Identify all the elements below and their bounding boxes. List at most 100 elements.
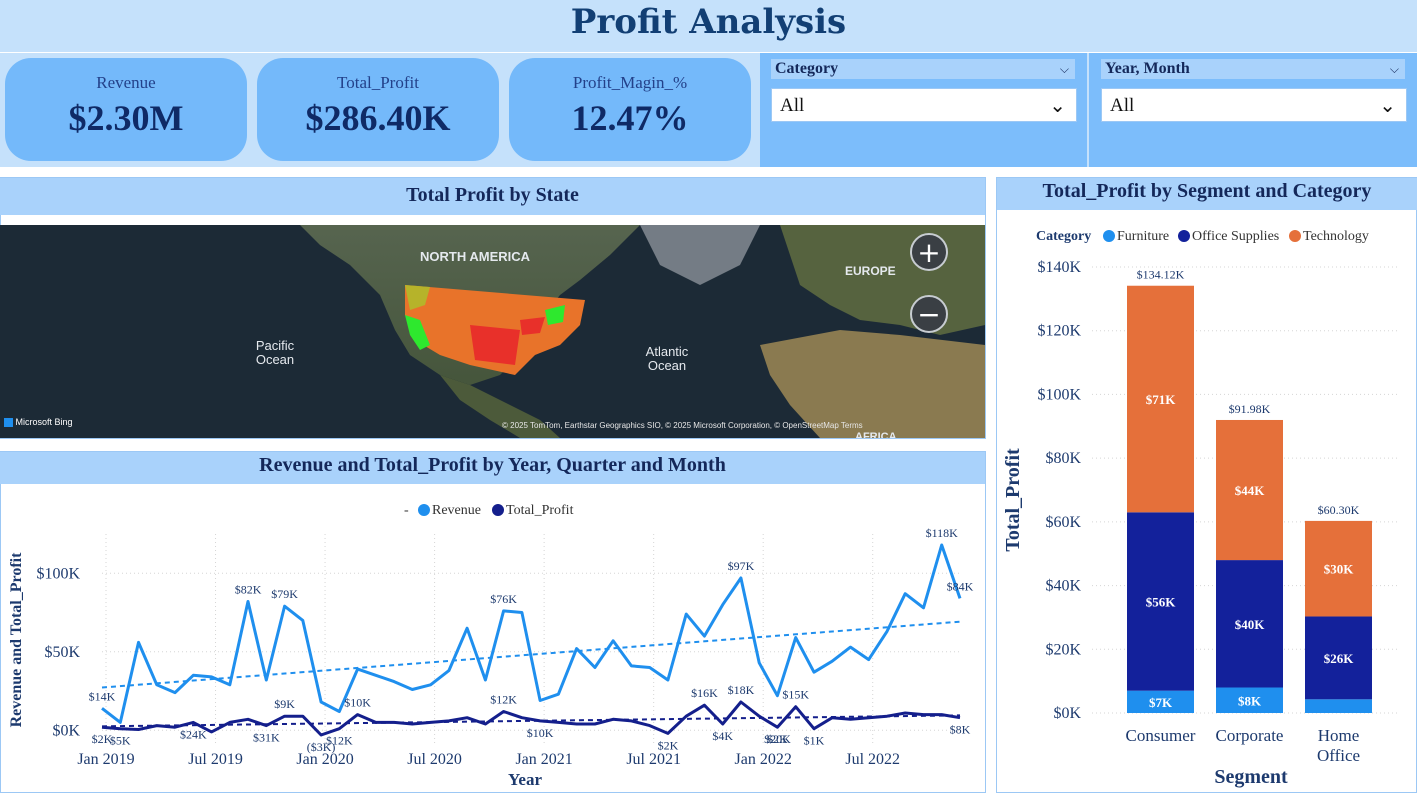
- kpi-value: $2.30M: [68, 98, 184, 138]
- data-label: $79K: [271, 587, 298, 601]
- slicer-category-dropdown[interactable]: All ⌄: [771, 88, 1077, 122]
- data-label: $14K: [89, 689, 116, 703]
- x-tick-label: Office: [1317, 746, 1360, 765]
- x-tick-label: Home: [1318, 726, 1360, 745]
- legend-label: Furniture: [1117, 229, 1169, 244]
- y-tick-label: $0K: [52, 722, 80, 739]
- kpi-value: 12.47%: [571, 98, 689, 138]
- zoom-out-button[interactable]: −: [910, 295, 948, 333]
- map-label-africa: AFRICA: [855, 431, 897, 438]
- legend-title: Category: [1036, 229, 1091, 244]
- data-label: $12K: [490, 692, 517, 706]
- slicer-year-month-header[interactable]: Year, Month ⌵: [1101, 59, 1405, 79]
- map-title: Total Profit by State: [0, 178, 985, 215]
- legend-marker-technology: [1289, 230, 1301, 242]
- y-tick-label: $120K: [1037, 323, 1081, 340]
- bing-logo-icon: [4, 418, 13, 428]
- data-label: $10K: [344, 696, 371, 710]
- map-label-atlantic: Atlantic Ocean: [645, 344, 689, 373]
- data-label: $12K: [326, 734, 353, 748]
- data-label: $76K: [490, 592, 517, 606]
- bar-total-label: $91.98K: [1229, 402, 1271, 416]
- bar-segment-furniture: [1305, 699, 1372, 713]
- data-label: $15K: [782, 688, 809, 702]
- usa-region: [470, 325, 520, 365]
- legend-label: Office Supplies: [1192, 229, 1279, 244]
- data-label: $20K: [764, 732, 791, 746]
- map-label-europe: EUROPE: [845, 264, 896, 278]
- bar-total-label: $134.12K: [1137, 268, 1185, 282]
- kpi-card-profit-margin: Profit_Magin_% 12.47%: [509, 58, 751, 161]
- data-label: $31K: [253, 731, 280, 745]
- legend-marker-furniture: [1103, 230, 1115, 242]
- x-tick-label: Jul 2019: [188, 751, 243, 768]
- legend-marker-revenue: [418, 504, 430, 516]
- data-label: $2K: [658, 738, 679, 752]
- chevron-down-icon[interactable]: ⌵: [1060, 59, 1069, 79]
- x-axis-title: Segment: [1214, 766, 1288, 788]
- legend-marker-office-supplies: [1178, 230, 1190, 242]
- kpi-label: Revenue: [96, 73, 156, 92]
- slicer-year-month-dropdown[interactable]: All ⌄: [1101, 88, 1407, 122]
- slicer-year-month-value: All: [1110, 95, 1135, 116]
- line-legend: - Revenue Total_Profit: [404, 503, 574, 518]
- data-label: $1K: [804, 734, 825, 748]
- x-tick-label: Jul 2021: [626, 751, 681, 768]
- y-tick-label: $100K: [1037, 386, 1081, 403]
- kpi-value: $286.40K: [305, 98, 451, 138]
- bar-data-label: $30K: [1324, 562, 1355, 577]
- legend-label-revenue: Revenue: [432, 503, 481, 518]
- x-tick-label: Corporate: [1216, 726, 1284, 745]
- y-axis-title: Total_Profit: [1002, 448, 1024, 552]
- bing-brand: Microsoft Bing: [4, 417, 73, 428]
- bar-data-label: $40K: [1235, 617, 1266, 632]
- chevron-down-icon[interactable]: ⌄: [1049, 89, 1066, 123]
- x-tick-label: Jul 2022: [845, 751, 900, 768]
- data-label: $16K: [691, 686, 718, 700]
- kpi-label: Total_Profit: [337, 73, 419, 92]
- y-tick-label: $100K: [36, 565, 80, 582]
- kpi-label: Profit_Magin_%: [572, 73, 688, 92]
- y-axis-title: Revenue and Total_Profit: [8, 552, 25, 728]
- y-tick-label: $20K: [1045, 641, 1081, 658]
- line-chart-title: Revenue and Total_Profit by Year, Quarte…: [0, 452, 985, 484]
- bar-data-label: $71K: [1146, 392, 1177, 407]
- data-label: $8K: [950, 723, 971, 737]
- x-tick-label: Consumer: [1126, 726, 1196, 745]
- bar-total-label: $60.30K: [1318, 503, 1360, 517]
- y-tick-label: $60K: [1045, 514, 1081, 531]
- data-label: $5K: [110, 734, 131, 748]
- zoom-in-button[interactable]: +: [910, 233, 948, 271]
- kpi-card-total-profit: Total_Profit $286.40K: [257, 58, 499, 161]
- y-tick-label: $40K: [1045, 578, 1081, 595]
- y-tick-label: $0K: [1053, 705, 1081, 722]
- bar-chart-title: Total_Profit by Segment and Category: [997, 178, 1417, 210]
- bing-brand-label: Microsoft Bing: [15, 417, 73, 427]
- data-label: $24K: [180, 727, 207, 741]
- slicer-category-header[interactable]: Category ⌵: [771, 59, 1075, 79]
- chevron-down-icon[interactable]: ⌄: [1379, 89, 1396, 123]
- y-tick-label: $50K: [44, 644, 80, 661]
- x-tick-label: Jan 2022: [735, 751, 792, 768]
- line-chart: - Revenue Total_Profit Jan 2019 Jul 2019 Jan …: [8, 503, 974, 789]
- data-label: $118K: [926, 526, 959, 540]
- map-attribution[interactable]: © 2025 TomTom, Earthstar Geographics SIO…: [502, 421, 863, 430]
- legend-marker-total_profit: [492, 504, 504, 516]
- bar-data-label: $7K: [1149, 695, 1173, 710]
- x-tick-label: Jan 2021: [515, 751, 572, 768]
- x-tick-label: Jul 2020: [407, 751, 462, 768]
- slicer-divider: [1087, 53, 1089, 167]
- legend-label: Technology: [1303, 229, 1369, 244]
- bar-data-label: $8K: [1238, 693, 1262, 708]
- legend-label-total_profit: Total_Profit: [506, 503, 574, 518]
- slicer-category-value: All: [780, 95, 805, 116]
- data-label: $84K: [947, 579, 974, 593]
- slicer-year-month-title: Year, Month: [1105, 60, 1190, 77]
- map-view[interactable]: NORTH AMERICA EUROPE Pacific Ocean Atlan…: [0, 225, 985, 438]
- data-label: $10K: [527, 726, 554, 740]
- chevron-down-icon[interactable]: ⌵: [1390, 59, 1399, 79]
- slicer-category-title: Category: [775, 60, 839, 77]
- series-line-revenue: [101, 543, 962, 724]
- bar-data-label: $26K: [1324, 651, 1355, 666]
- kpi-card-revenue: Revenue $2.30M: [5, 58, 247, 161]
